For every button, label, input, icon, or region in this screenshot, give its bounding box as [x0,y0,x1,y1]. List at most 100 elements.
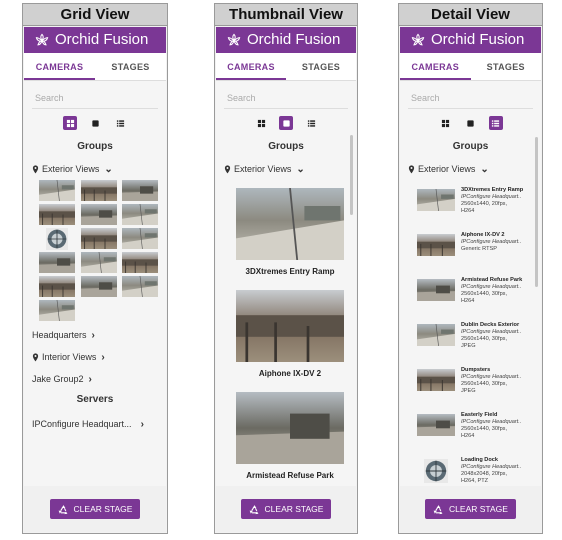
thumbnail-view-button[interactable] [88,116,102,130]
tab-cameras[interactable]: CAMERAS [216,53,286,80]
camera-name: Easterly Field [461,412,498,418]
camera-tile[interactable] [122,252,158,273]
camera-detail-row[interactable]: Easterly Field IPConfigure Headquart.. 2… [400,412,541,457]
camera-tile[interactable] [81,276,117,297]
detail-view-button[interactable] [304,116,318,130]
camera-thumbnail[interactable]: Armistead Refuse Park [236,392,356,480]
camera-tile[interactable] [122,228,158,249]
chevron-down-icon: ⌄ [480,163,489,175]
tab-cameras[interactable]: CAMERAS [24,53,95,80]
camera-detail-row[interactable]: Dublin Decks Exterior IPConfigure Headqu… [400,322,541,367]
detail-view-button[interactable] [113,116,127,130]
location-pin-icon [408,165,415,174]
camera-tile[interactable] [39,180,75,201]
group-exterior-views[interactable]: Exterior Views ⌄ [216,160,356,178]
camera-detail-list: 3DXtremes Entry Ramp IPConfigure Headqua… [400,187,541,502]
camera-image [417,234,455,256]
footer: CLEAR STAGE [24,486,166,532]
clear-stage-button[interactable]: CLEAR STAGE [240,499,332,519]
chevron-right-icon: › [140,418,144,430]
view-switcher [24,115,166,131]
tab-stages[interactable]: STAGES [286,53,356,80]
recycle-icon [249,504,260,515]
camera-tile[interactable] [81,180,117,201]
thumbnail-view-button[interactable] [279,116,293,130]
camera-spec: Generic RTSP [461,246,497,252]
camera-info: Dumpsters IPConfigure Headquart.. 2560x1… [461,367,521,395]
detail-view-button[interactable] [488,116,503,130]
grid-view-panel: Grid View Orchid Fusion CAMERAS STAGES S… [22,3,168,534]
app-window: Orchid Fusion CAMERAS STAGES Search Grou… [216,27,356,532]
thumbnail-view-button[interactable] [464,116,478,130]
camera-tile[interactable] [39,276,75,297]
clear-stage-button[interactable]: CLEAR STAGE [425,499,516,519]
location-pin-icon [32,353,39,362]
camera-name: Aiphone IX-DV 2 [461,232,505,238]
scrollbar[interactable] [535,137,538,287]
camera-name: Armistead Refuse Park [461,277,523,283]
camera-server: IPConfigure Headquart.. [461,194,522,200]
tab-stages[interactable]: STAGES [95,53,166,80]
camera-tile[interactable] [81,204,117,225]
camera-info: Easterly Field IPConfigure Headquart.. 2… [461,412,521,440]
tab-stages[interactable]: STAGES [471,53,542,80]
groups-heading: Groups [452,141,489,152]
camera-info: Aiphone IX-DV 2 IPConfigure Headquart.. … [461,232,521,253]
grid-icon [66,119,75,128]
group-label: Exterior Views [42,164,100,174]
camera-tile[interactable] [39,204,75,225]
camera-server: IPConfigure Headquart.. [461,374,522,380]
chevron-down-icon: ⌄ [104,163,113,175]
camera-image [417,369,455,391]
camera-detail-row[interactable]: Dumpsters IPConfigure Headquart.. 2560x1… [400,367,541,412]
camera-thumbnail[interactable]: Aiphone IX-DV 2 [236,290,356,378]
group-exterior-views[interactable]: Exterior Views ⌄ [400,160,541,178]
camera-detail-row[interactable]: Aiphone IX-DV 2 IPConfigure Headquart.. … [400,232,541,277]
camera-tile[interactable] [122,276,158,297]
camera-tile[interactable] [46,228,68,250]
chevron-right-icon: › [91,329,95,341]
server-label: IPConfigure Headquart... [32,419,132,429]
camera-tile[interactable] [39,252,75,273]
group-interior-views[interactable]: Interior Views › [24,348,166,366]
camera-tile[interactable] [39,300,75,321]
app-window: Orchid Fusion CAMERAS STAGES Search Grou… [24,27,166,532]
group-jake-group2[interactable]: Jake Group2 › [24,370,166,388]
camera-server: IPConfigure Headquart.. [461,239,522,245]
grid-view-button[interactable] [254,116,268,130]
camera-name: 3DXtremes Entry Ramp [461,187,524,193]
groups-heading: Groups [268,141,304,152]
camera-thumbnail[interactable]: 3DXtremes Entry Ramp [236,188,356,276]
clear-stage-button[interactable]: CLEAR STAGE [49,499,141,519]
list-icon [307,119,316,128]
search-input[interactable]: Search [32,87,158,109]
group-label: Interior Views [42,352,97,362]
camera-server: IPConfigure Headquart.. [461,419,522,425]
camera-tile[interactable] [81,252,117,273]
camera-tile[interactable] [122,204,158,225]
camera-spec: 2560x1440, 30fps, [461,291,508,297]
grid-view-button[interactable] [439,116,453,130]
app-name: Orchid Fusion [247,31,341,48]
camera-name: Dublin Decks Exterior [461,322,520,328]
search-input[interactable]: Search [224,87,348,109]
camera-name: Dumpsters [461,367,491,373]
camera-detail-row[interactable]: Armistead Refuse Park IPConfigure Headqu… [400,277,541,322]
app-header: Orchid Fusion [216,27,356,53]
app-name: Orchid Fusion [431,31,525,48]
scrollbar[interactable] [350,135,353,215]
group-exterior-views[interactable]: Exterior Views ⌄ [24,160,166,178]
camera-spec: 2560x1440, 30fps, [461,336,508,342]
grid-icon [257,119,266,128]
camera-tile[interactable] [81,228,117,249]
camera-tile[interactable] [122,180,158,201]
location-pin-icon [224,165,231,174]
group-headquarters[interactable]: Headquarters › [24,326,166,344]
camera-detail-row[interactable]: 3DXtremes Entry Ramp IPConfigure Headqua… [400,187,541,232]
server-item[interactable]: IPConfigure Headquart... › [24,415,166,433]
search-input[interactable]: Search [408,87,533,109]
footer: CLEAR STAGE [216,486,356,532]
groups-heading: Groups [77,141,113,152]
tab-cameras[interactable]: CAMERAS [400,53,471,80]
grid-view-button[interactable] [63,116,77,130]
